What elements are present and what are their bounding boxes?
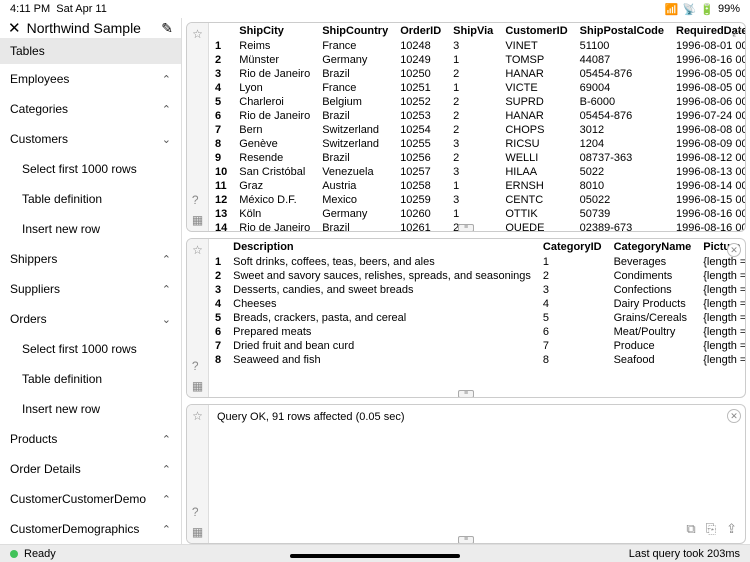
status-bar: 4:11 PM Sat Apr 11 📶 📡 🔋 99% — [0, 0, 750, 18]
expand-icon[interactable]: ⤢ — [732, 27, 741, 40]
table-row[interactable]: 1Soft drinks, coffees, teas, beers, and … — [209, 255, 745, 269]
table-row[interactable]: 12México D.F.Mexico102593CENTC050221996-… — [209, 193, 745, 207]
table-row[interactable]: 5Breads, crackers, pasta, and cereal5Gra… — [209, 311, 745, 325]
sidebar-item[interactable]: Shippers⌃ — [0, 244, 181, 274]
table-row[interactable]: 2Sweet and savory sauces, relishes, spre… — [209, 269, 745, 283]
resize-handle[interactable]: ≡ — [458, 536, 474, 544]
wifi-icon: 📡 — [683, 3, 697, 16]
sidebar-item[interactable]: CustomerDemographics⌃ — [0, 514, 181, 544]
sidebar-item[interactable]: Employees⌃ — [0, 64, 181, 94]
close-pane-icon[interactable]: ✕ — [727, 243, 741, 257]
query-result-text: Query OK, 91 rows affected (0.05 sec) — [217, 411, 405, 423]
column-header[interactable]: Description — [227, 239, 537, 255]
table-row[interactable]: 6Rio de JaneiroBrazil102532HANAR05454-87… — [209, 109, 745, 123]
resize-handle[interactable]: ≡ — [458, 224, 474, 232]
star-icon[interactable]: ☆ — [192, 409, 203, 423]
sidebar-subitem[interactable]: Select first 1000 rows — [0, 334, 181, 364]
timing-text: Last query took 203ms — [629, 548, 740, 560]
resize-handle[interactable]: ≡ — [458, 390, 474, 398]
table-row[interactable]: 13KölnGermany102601OTTIK507391996-08-16 … — [209, 207, 745, 221]
column-header[interactable]: ShipCity — [233, 23, 316, 39]
battery-icon: 🔋 — [700, 3, 714, 16]
signal-icon: 📶 — [665, 3, 679, 16]
results-pane-categories: ☆ ? ▦ DescriptionCategoryIDCategoryNamePi… — [186, 238, 746, 398]
table-row[interactable]: 5CharleroiBelgium102522SUPRDB-60001996-0… — [209, 95, 745, 109]
results-pane-message: ☆ ? ▦ Query OK, 91 rows affected (0.05 se… — [186, 404, 746, 544]
help-icon[interactable]: ? — [192, 193, 203, 207]
status-date: Sat Apr 11 — [56, 3, 107, 15]
table-row[interactable]: 14Rio de JaneiroBrazil102612QUEDE02389-6… — [209, 221, 745, 231]
column-header[interactable]: ShipCountry — [316, 23, 394, 39]
export-icon[interactable]: ⎘ — [706, 521, 716, 537]
sidebar-subitem[interactable]: Table definition — [0, 184, 181, 214]
table-row[interactable]: 4Cheeses4Dairy Products{length = 4096, b… — [209, 297, 745, 311]
categories-table[interactable]: DescriptionCategoryIDCategoryNamePicture… — [209, 239, 745, 367]
copy-icon[interactable]: ⧉ — [686, 521, 695, 537]
compose-icon[interactable]: ✎ — [161, 20, 173, 37]
sidebar-subitem[interactable]: Insert new row — [0, 394, 181, 424]
table-row[interactable]: 3Desserts, candies, and sweet breads3Con… — [209, 283, 745, 297]
table-row[interactable]: 6Prepared meats6Meat/Poultry{length = 40… — [209, 325, 745, 339]
sidebar-item[interactable]: CustomerCustomerDemo⌃ — [0, 484, 181, 514]
sidebar-subitem[interactable]: Select first 1000 rows — [0, 154, 181, 184]
results-pane-orders: ☆ ? ▦ ShipCityShipCountryOrderIDShipViaCu… — [186, 22, 746, 232]
sidebar-item[interactable]: Orders⌄ — [0, 304, 181, 334]
close-icon[interactable]: ✕ — [8, 19, 21, 37]
help-icon[interactable]: ? — [192, 359, 203, 373]
battery-percent: 99% — [718, 3, 740, 15]
sidebar-item[interactable]: Products⌃ — [0, 424, 181, 454]
column-header[interactable]: ShipVia — [447, 23, 499, 39]
help-icon[interactable]: ? — [192, 505, 203, 519]
table-row[interactable]: 11GrazAustria102581ERNSH80101996-08-14 0… — [209, 179, 745, 193]
column-header[interactable]: CustomerID — [499, 23, 573, 39]
sidebar-item[interactable]: Customers⌄ — [0, 124, 181, 154]
table-row[interactable]: 8Seaweed and fish8Seafood{length = 4096,… — [209, 353, 745, 367]
table-row[interactable]: 10San CristóbalVenezuela102573HILAA50221… — [209, 165, 745, 179]
grid-icon[interactable]: ▦ — [192, 525, 203, 539]
sidebar-item[interactable]: Suppliers⌃ — [0, 274, 181, 304]
table-row[interactable]: 4LyonFrance102511VICTE690041996-08-05 00… — [209, 81, 745, 95]
home-indicator[interactable] — [290, 554, 460, 558]
column-header[interactable] — [209, 239, 227, 255]
sidebar-item[interactable]: Order Details⌃ — [0, 454, 181, 484]
close-pane-icon[interactable]: ✕ — [727, 409, 741, 423]
sidebar: ✕ Northwind Sample ✎ Tables Employees⌃Ca… — [0, 18, 182, 544]
column-header[interactable]: ShipPostalCode — [574, 23, 670, 39]
status-text: Ready — [24, 548, 56, 560]
column-header[interactable]: CategoryID — [537, 239, 608, 255]
sidebar-subitem[interactable]: Table definition — [0, 364, 181, 394]
footer-bar: Ready Last query took 203ms — [0, 544, 750, 562]
grid-icon[interactable]: ▦ — [192, 213, 203, 227]
section-tables: Tables — [0, 38, 181, 64]
db-title: Northwind Sample — [27, 20, 156, 36]
orders-table[interactable]: ShipCityShipCountryOrderIDShipViaCustome… — [209, 23, 745, 231]
share-icon[interactable]: ⇪ — [726, 521, 737, 537]
column-header[interactable]: OrderID — [394, 23, 447, 39]
table-row[interactable]: 7Dried fruit and bean curd7Produce{lengt… — [209, 339, 745, 353]
table-row[interactable]: 8GenèveSwitzerland102553RICSU12041996-08… — [209, 137, 745, 151]
table-row[interactable]: 9ResendeBrazil102562WELLI08737-3631996-0… — [209, 151, 745, 165]
table-row[interactable]: 3Rio de JaneiroBrazil102502HANAR05454-87… — [209, 67, 745, 81]
table-row[interactable]: 7BernSwitzerland102542CHOPS30121996-08-0… — [209, 123, 745, 137]
star-icon[interactable]: ☆ — [192, 243, 203, 257]
table-row[interactable]: 1ReimsFrance102483VINET511001996-08-01 0… — [209, 39, 745, 53]
table-row[interactable]: 2MünsterGermany102491TOMSP440871996-08-1… — [209, 53, 745, 67]
star-icon[interactable]: ☆ — [192, 27, 203, 41]
column-header[interactable] — [209, 23, 233, 39]
grid-icon[interactable]: ▦ — [192, 379, 203, 393]
status-dot-icon — [10, 550, 18, 558]
column-header[interactable]: CategoryName — [608, 239, 698, 255]
sidebar-item[interactable]: Categories⌃ — [0, 94, 181, 124]
status-time: 4:11 PM — [10, 3, 50, 15]
sidebar-subitem[interactable]: Insert new row — [0, 214, 181, 244]
